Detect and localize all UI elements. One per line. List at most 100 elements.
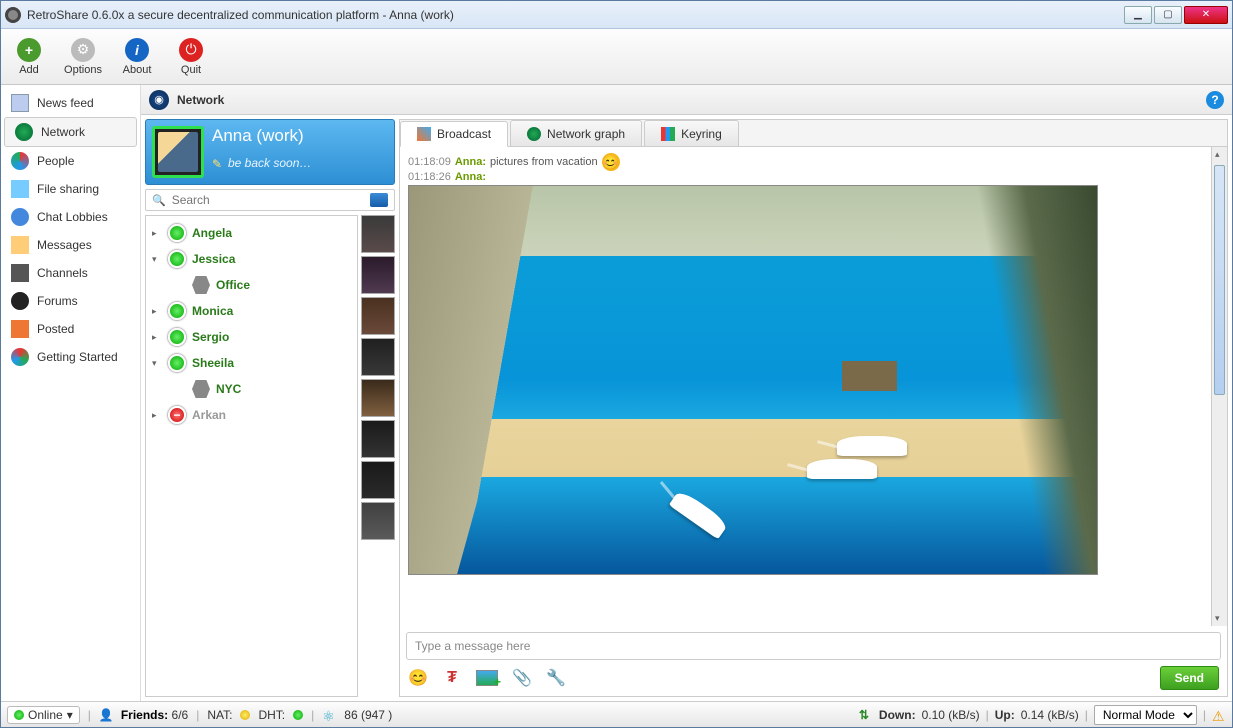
search-options-button[interactable] xyxy=(370,193,388,207)
sidebar-label: Chat Lobbies xyxy=(37,210,108,224)
gettingstarted-icon xyxy=(11,348,29,366)
friend-row[interactable]: Sergio xyxy=(146,324,357,350)
close-button[interactable] xyxy=(1184,6,1228,24)
add-icon xyxy=(17,38,41,62)
online-status-selector[interactable]: Online ▾ xyxy=(7,706,80,724)
expand-icon[interactable] xyxy=(152,306,162,317)
friend-row[interactable]: Office xyxy=(146,272,357,298)
status-bar: Online ▾ | Friends: 6/6 | NAT: DHT: | 86… xyxy=(1,701,1232,727)
tab-keyring[interactable]: Keyring xyxy=(644,120,739,146)
attach-button[interactable] xyxy=(512,668,532,688)
status-dot-icon xyxy=(168,328,186,346)
friend-avatar[interactable] xyxy=(361,461,395,499)
message-time: 01:18:09 xyxy=(408,156,451,168)
online-label: Online xyxy=(28,708,63,722)
options-label: Options xyxy=(64,64,102,76)
sidebar-item-channels[interactable]: Channels xyxy=(1,259,140,287)
insert-image-button[interactable] xyxy=(476,670,498,686)
tab-label: Keyring xyxy=(681,127,722,141)
search-icon xyxy=(152,193,166,207)
friend-row[interactable]: Sheeila xyxy=(146,350,357,376)
avatar-strip xyxy=(361,213,395,697)
friend-row[interactable]: NYC xyxy=(146,376,357,402)
sidebar-item-chatlobbies[interactable]: Chat Lobbies xyxy=(1,203,140,231)
settings-button[interactable] xyxy=(546,668,566,688)
sidebar-label: Forums xyxy=(37,294,78,308)
friend-avatar[interactable] xyxy=(361,215,395,253)
expand-icon[interactable] xyxy=(152,358,162,369)
expand-icon[interactable] xyxy=(152,410,162,421)
search-input[interactable] xyxy=(172,193,364,207)
sidebar-item-network[interactable]: Network xyxy=(4,117,137,147)
add-button[interactable]: Add xyxy=(7,32,51,82)
sidebar-item-people[interactable]: People xyxy=(1,147,140,175)
friend-name: Sergio xyxy=(192,330,229,344)
friend-avatar[interactable] xyxy=(361,256,395,294)
send-button[interactable]: Send xyxy=(1160,666,1219,690)
chevron-down-icon: ▾ xyxy=(67,708,73,722)
warning-icon[interactable] xyxy=(1212,708,1226,722)
message-text: pictures from vacation xyxy=(490,156,598,168)
nat-status-icon xyxy=(240,710,250,720)
emoji-button[interactable] xyxy=(408,668,428,688)
friend-row[interactable]: Angela xyxy=(146,220,357,246)
chat-image[interactable] xyxy=(408,185,1098,575)
friend-row[interactable]: Arkan xyxy=(146,402,357,428)
friend-avatar[interactable] xyxy=(361,297,395,335)
chat-scrollbar[interactable] xyxy=(1211,147,1227,626)
app-icon xyxy=(5,7,21,23)
dht-label: DHT: xyxy=(258,708,285,722)
chat-input[interactable]: Type a message here xyxy=(406,632,1221,660)
about-button[interactable]: About xyxy=(115,32,159,82)
quit-button[interactable]: Quit xyxy=(169,32,213,82)
options-button[interactable]: Options xyxy=(61,32,105,82)
people-icon xyxy=(11,152,29,170)
message-user: Anna: xyxy=(455,156,486,168)
nat-label: NAT: xyxy=(207,708,232,722)
friend-avatar[interactable] xyxy=(361,502,395,540)
sidebar-item-newsfeed[interactable]: News feed xyxy=(1,89,140,117)
maximize-button[interactable] xyxy=(1154,6,1182,24)
network-globe-icon xyxy=(149,90,169,110)
font-button[interactable] xyxy=(442,668,462,688)
sidebar-item-gettingstarted[interactable]: Getting Started xyxy=(1,343,140,371)
friend-name: Jessica xyxy=(192,252,235,266)
up-label: Up: xyxy=(995,708,1015,722)
friend-avatar[interactable] xyxy=(361,338,395,376)
friend-avatar[interactable] xyxy=(361,420,395,458)
tab-broadcast[interactable]: Broadcast xyxy=(400,121,508,147)
message-user: Anna: xyxy=(455,171,486,183)
friend-avatar[interactable] xyxy=(361,379,395,417)
window-titlebar: RetroShare 0.6.0x a secure decentralized… xyxy=(1,1,1232,29)
profile-name: Anna (work) xyxy=(212,126,388,146)
friend-search[interactable] xyxy=(145,189,395,211)
network-title: Network xyxy=(177,93,1198,107)
own-avatar[interactable] xyxy=(152,126,204,178)
friend-row[interactable]: Monica xyxy=(146,298,357,324)
messages-icon xyxy=(11,236,29,254)
friend-row[interactable]: Jessica xyxy=(146,246,357,272)
status-dot-icon xyxy=(168,224,186,242)
help-icon[interactable] xyxy=(1206,91,1224,109)
online-dot-icon xyxy=(14,710,24,720)
expand-icon[interactable] xyxy=(152,332,162,343)
expand-icon[interactable] xyxy=(152,254,162,265)
sidebar-item-messages[interactable]: Messages xyxy=(1,231,140,259)
expand-icon[interactable] xyxy=(152,228,162,239)
profile-card: Anna (work) be back soon… xyxy=(145,119,395,185)
gear-icon xyxy=(71,38,95,62)
profile-status[interactable]: be back soon… xyxy=(212,156,388,170)
sidebar-item-posted[interactable]: Posted xyxy=(1,315,140,343)
sidebar-item-forums[interactable]: Forums xyxy=(1,287,140,315)
mode-selector[interactable]: Normal Mode xyxy=(1094,705,1197,725)
person-icon xyxy=(99,708,113,722)
quit-label: Quit xyxy=(181,64,201,76)
left-sidebar: News feed Network People File sharing Ch… xyxy=(1,85,141,701)
traffic-icon xyxy=(859,708,873,722)
location-icon xyxy=(192,380,210,398)
sidebar-item-filesharing[interactable]: File sharing xyxy=(1,175,140,203)
network-header: Network xyxy=(141,85,1232,115)
tab-network-graph[interactable]: Network graph xyxy=(510,120,642,146)
network-icon xyxy=(15,123,33,141)
minimize-button[interactable] xyxy=(1124,6,1152,24)
